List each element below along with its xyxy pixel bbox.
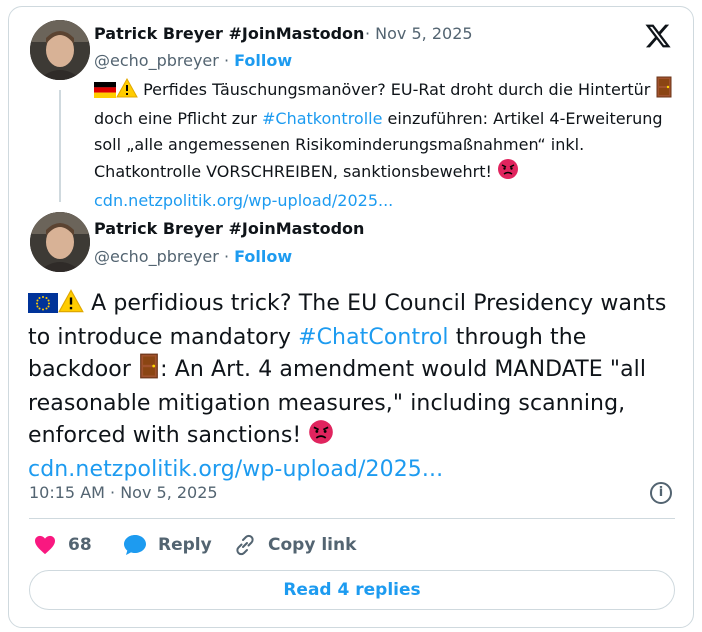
eu-flag-icon bbox=[28, 291, 58, 322]
door-icon bbox=[138, 353, 160, 388]
external-link[interactable]: cdn.netzpolitik.org/wp-upload/2025... bbox=[94, 191, 393, 210]
angry-face-icon bbox=[308, 419, 334, 454]
external-link[interactable]: cdn.netzpolitik.org/wp-upload/2025... bbox=[28, 457, 443, 482]
divider bbox=[29, 518, 675, 519]
separator: · bbox=[223, 247, 230, 266]
quoted-post-text: Perfides Täuschungsmanöver? EU-Rat droht… bbox=[94, 76, 674, 214]
door-icon bbox=[655, 76, 673, 106]
german-flag-icon bbox=[94, 80, 116, 106]
author-handle-row: @echo_pbreyer · Follow bbox=[94, 51, 292, 70]
author-name[interactable]: Patrick Breyer #JoinMastodon bbox=[94, 219, 364, 238]
avatar[interactable] bbox=[30, 20, 90, 80]
avatar[interactable] bbox=[30, 212, 90, 272]
heart-icon bbox=[32, 533, 58, 557]
separator: · bbox=[223, 51, 230, 70]
reply-bubble-icon bbox=[122, 533, 148, 557]
author-handle[interactable]: @echo_pbreyer bbox=[94, 51, 219, 70]
quoted-text-part-1: Perfides Täuschungsmanöver? EU-Rat droht… bbox=[138, 80, 651, 99]
author-handle[interactable]: @echo_pbreyer bbox=[94, 247, 219, 266]
follow-button[interactable]: Follow bbox=[234, 247, 292, 266]
like-count: 68 bbox=[68, 535, 92, 555]
warning-icon bbox=[58, 289, 84, 322]
reply-button[interactable]: Reply bbox=[122, 533, 212, 557]
x-logo-icon[interactable] bbox=[644, 22, 672, 50]
like-button[interactable]: 68 bbox=[32, 533, 92, 557]
thread-line bbox=[59, 90, 61, 202]
post-timestamp[interactable]: 10:15 AM · Nov 5, 2025 bbox=[29, 483, 218, 502]
reply-label: Reply bbox=[158, 535, 212, 555]
read-replies-button[interactable]: Read 4 replies bbox=[29, 570, 675, 610]
copy-link-button[interactable]: Copy link bbox=[232, 533, 356, 557]
quoted-text-part-2: doch eine Pflicht zur bbox=[94, 109, 262, 128]
warning-icon bbox=[116, 77, 138, 106]
hashtag-link[interactable]: #ChatControl bbox=[298, 325, 449, 350]
post-text: A perfidious trick? The EU Council Presi… bbox=[28, 288, 678, 485]
copy-link-label: Copy link bbox=[268, 535, 357, 555]
hashtag-link[interactable]: #Chatkontrolle bbox=[262, 109, 382, 128]
post-date[interactable]: · Nov 5, 2025 bbox=[365, 24, 473, 43]
info-icon[interactable]: i bbox=[650, 482, 672, 504]
link-icon bbox=[232, 533, 258, 557]
author-name[interactable]: Patrick Breyer #JoinMastodon bbox=[94, 24, 364, 43]
follow-button[interactable]: Follow bbox=[234, 51, 292, 70]
angry-face-icon bbox=[497, 158, 519, 188]
author-handle-row: @echo_pbreyer · Follow bbox=[94, 247, 292, 266]
